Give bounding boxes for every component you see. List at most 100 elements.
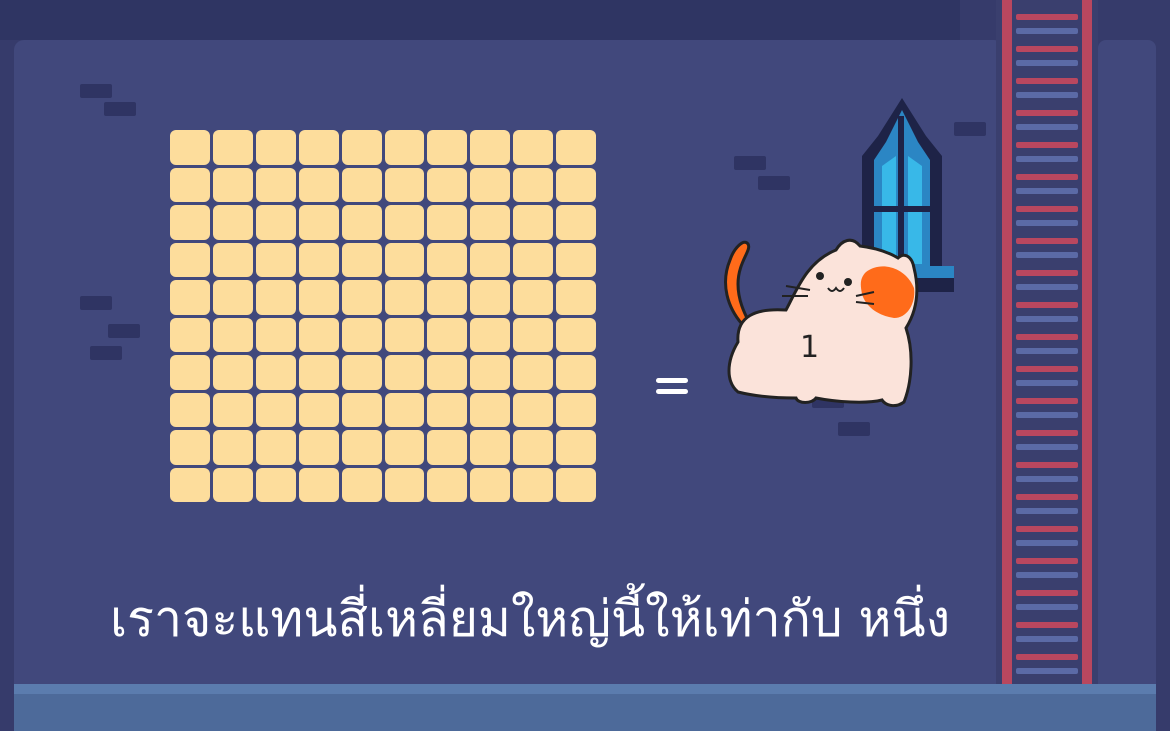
ladder-rung xyxy=(1016,142,1078,148)
wall-brick xyxy=(838,422,870,436)
grid-tile xyxy=(255,355,296,390)
grid-tile xyxy=(427,205,468,240)
grid-tile xyxy=(513,430,554,465)
grid-tile xyxy=(298,205,339,240)
ladder-rung xyxy=(1016,494,1078,500)
grid-tile xyxy=(470,430,511,465)
grid-tile xyxy=(298,242,339,277)
grid-tile xyxy=(513,467,554,502)
wall-brick xyxy=(758,176,790,190)
wall-brick xyxy=(108,324,140,338)
ladder-rung xyxy=(1016,316,1078,322)
grid-tile xyxy=(556,167,596,202)
ladder-rung xyxy=(1016,78,1078,84)
grid-tile xyxy=(384,130,425,165)
grid-tile xyxy=(427,355,468,390)
grid-tile xyxy=(384,467,425,502)
wall-brick xyxy=(80,296,112,310)
grid-tile xyxy=(170,242,210,277)
grid-tile xyxy=(556,205,596,240)
ladder-rung xyxy=(1016,92,1078,98)
grid-tile xyxy=(470,467,511,502)
grid-tile xyxy=(255,205,296,240)
grid-tile xyxy=(170,392,210,427)
wall-brick xyxy=(734,156,766,170)
ladder-rung xyxy=(1016,156,1078,162)
ladder-rung xyxy=(1016,398,1078,404)
ladder-rung xyxy=(1016,444,1078,450)
ladder-rung xyxy=(1016,14,1078,20)
game-scene: 1 เราจะแทนสี่เหลี่ยมใหญ่นี้ให้เท่ากับ หน… xyxy=(0,0,1170,731)
grid-tile xyxy=(384,430,425,465)
grid-tile xyxy=(170,355,210,390)
ladder-rung xyxy=(1016,462,1078,468)
ladder-rung xyxy=(1016,206,1078,212)
ladder-rung xyxy=(1016,526,1078,532)
grid-tile xyxy=(341,355,382,390)
grid-tile xyxy=(212,430,253,465)
grid-tile xyxy=(513,392,554,427)
grid-tile xyxy=(513,355,554,390)
ladder-rung xyxy=(1016,590,1078,596)
ladder-rung xyxy=(1016,46,1078,52)
grid-tile xyxy=(513,242,554,277)
grid-tile xyxy=(170,280,210,315)
ladder-rung xyxy=(1016,60,1078,66)
grid-tile xyxy=(470,167,511,202)
calico-cat-icon xyxy=(724,238,919,408)
grid-tile xyxy=(470,392,511,427)
grid-tile xyxy=(384,242,425,277)
grid-tile xyxy=(298,392,339,427)
ladder-rung xyxy=(1016,220,1078,226)
ladder-rung xyxy=(1016,604,1078,610)
grid-tile xyxy=(556,317,596,352)
ladder-rung xyxy=(1016,124,1078,130)
ladder-rung xyxy=(1016,654,1078,660)
grid-tile xyxy=(556,130,596,165)
ladder-rung xyxy=(1016,558,1078,564)
ladder-rung xyxy=(1016,302,1078,308)
grid-tile xyxy=(341,242,382,277)
ladder-rung xyxy=(1016,636,1078,642)
grid-tile xyxy=(427,130,468,165)
grid-tile xyxy=(513,317,554,352)
grid-tile xyxy=(427,392,468,427)
grid-tile xyxy=(212,130,253,165)
ladder-rung xyxy=(1016,380,1078,386)
grid-tile xyxy=(556,242,596,277)
grid-tile xyxy=(212,392,253,427)
grid-tile xyxy=(470,205,511,240)
grid-tile xyxy=(384,392,425,427)
ladder-rung xyxy=(1016,238,1078,244)
grid-tile xyxy=(427,280,468,315)
grid-tile xyxy=(170,467,210,502)
ladder-rung xyxy=(1016,540,1078,546)
grid-tile xyxy=(170,430,210,465)
grid-tile xyxy=(470,355,511,390)
ladder-rung xyxy=(1016,430,1078,436)
grid-tile xyxy=(170,130,210,165)
grid-tile xyxy=(212,317,253,352)
grid-tile xyxy=(212,280,253,315)
grid-tile xyxy=(255,467,296,502)
ladder-rung xyxy=(1016,348,1078,354)
grid-tile xyxy=(298,130,339,165)
grid-tile xyxy=(170,167,210,202)
grid-tile xyxy=(427,430,468,465)
grid-tile xyxy=(384,280,425,315)
grid-tile xyxy=(212,355,253,390)
grid-tile xyxy=(298,467,339,502)
grid-tile xyxy=(427,317,468,352)
grid-tile xyxy=(384,167,425,202)
ladder-rung xyxy=(1016,508,1078,514)
grid-tile xyxy=(255,280,296,315)
grid-tile xyxy=(556,430,596,465)
ladder-rung xyxy=(1016,284,1078,290)
grid-tile xyxy=(170,205,210,240)
grid-tile xyxy=(341,205,382,240)
grid-tile xyxy=(513,280,554,315)
lesson-caption: เราจะแทนสี่เหลี่ยมใหญ่นี้ให้เท่ากับ หนึ่… xyxy=(110,590,951,648)
ladder-rung xyxy=(1016,270,1078,276)
wall-brick xyxy=(104,102,136,116)
ladder-rung xyxy=(1016,668,1078,674)
